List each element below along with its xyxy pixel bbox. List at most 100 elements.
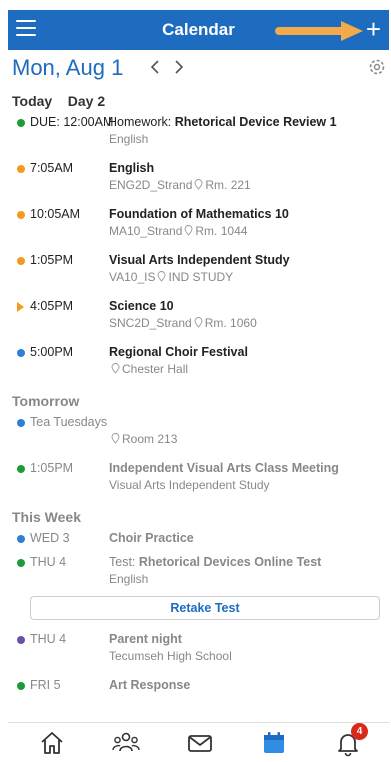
item-time: FRI 5: [30, 678, 61, 692]
chevron-right-icon[interactable]: [172, 57, 186, 77]
item-title: Parent night: [109, 632, 182, 646]
current-class-marker-icon: [17, 302, 24, 312]
agenda-item-online-test[interactable]: THU 4 Test: Rhetorical Devices Online Te…: [12, 552, 387, 629]
item-subtitle: English: [109, 132, 149, 146]
bottom-nav: 4: [8, 722, 389, 762]
page-title: Calendar: [162, 20, 235, 39]
item-time: WED 3: [30, 531, 70, 545]
item-room: Rm. 1044: [195, 224, 248, 238]
status-dot: [17, 682, 25, 690]
home-icon[interactable]: [38, 729, 66, 757]
gear-icon[interactable]: [367, 57, 387, 77]
item-subtitle: English: [109, 572, 149, 586]
item-subtitle: Chester Hall: [109, 362, 188, 376]
status-dot: [17, 257, 25, 265]
item-title-prefix: Test:: [109, 555, 139, 569]
location-pin-icon: [111, 433, 120, 444]
agenda-item-english[interactable]: 7:05AM English ENG2D_Strand Rm. 221: [12, 158, 387, 204]
status-dot: [17, 349, 25, 357]
status-dot: [17, 119, 25, 127]
menu-icon[interactable]: [16, 20, 36, 38]
item-course-code: ENG2D_Strand: [109, 178, 193, 192]
item-subtitle: VA10_IS IND STUDY: [109, 270, 233, 284]
item-time: 10:05AM: [30, 207, 81, 221]
section-today-day: Day 2: [67, 93, 106, 109]
status-dot: [17, 559, 25, 567]
agenda-item-science[interactable]: 4:05PM Science 10 SNC2D_Strand Rm. 1060: [12, 296, 387, 342]
status-dot: [17, 636, 25, 644]
item-course-code: VA10_IS: [109, 270, 156, 284]
agenda-item-choir-practice[interactable]: WED 3 Choir Practice: [12, 528, 387, 552]
agenda-item-parent-night[interactable]: THU 4 Parent night Tecumseh High School: [12, 629, 387, 675]
status-dot: [17, 535, 25, 543]
location-pin-icon: [194, 179, 203, 190]
item-room: Room 213: [122, 432, 178, 446]
agenda-item-tea-tuesdays[interactable]: Tea Tuesdays Room 213: [12, 412, 387, 458]
item-subtitle: MA10_Strand Rm. 1044: [109, 224, 247, 238]
location-pin-icon: [158, 271, 166, 282]
current-date[interactable]: Mon, Aug 1: [12, 55, 123, 81]
chevron-left-icon[interactable]: [148, 57, 162, 77]
item-title: Independent Visual Arts Class Meeting: [109, 461, 339, 475]
item-room: Chester Hall: [122, 362, 189, 376]
item-subtitle: Tecumseh High School: [109, 649, 232, 663]
item-course-code: SNC2D_Strand: [109, 316, 192, 330]
item-title: Test: Rhetorical Devices Online Test: [109, 555, 321, 569]
item-time: THU 4: [30, 632, 67, 646]
add-event-button[interactable]: +: [366, 16, 381, 42]
agenda-item-visual-arts-meeting[interactable]: 1:05PM Independent Visual Arts Class Mee…: [12, 458, 387, 504]
item-room: Rm. 221: [205, 178, 251, 192]
arrow-annotation-icon: [275, 21, 363, 41]
item-subtitle: SNC2D_Strand Rm. 1060: [109, 316, 257, 330]
status-dot: [17, 465, 25, 473]
item-title-prefix: Homework:: [108, 115, 175, 129]
mail-icon[interactable]: [186, 729, 214, 757]
section-tomorrow: Tomorrow: [12, 393, 80, 409]
location-pin-icon: [184, 225, 193, 236]
item-subtitle: ENG2D_Strand Rm. 221: [109, 178, 251, 192]
agenda-item-choir-festival[interactable]: 5:00PM Regional Choir Festival Chester H…: [12, 342, 387, 388]
item-time: 1:05PM: [30, 253, 74, 267]
section-today: Today Day 2: [12, 90, 387, 112]
item-time: THU 4: [30, 555, 67, 569]
item-time: 4:05PM: [30, 299, 74, 313]
people-icon[interactable]: [112, 729, 140, 757]
item-time: DUE: 12:00AM: [30, 115, 114, 129]
item-title-text: Rhetorical Devices Online Test: [138, 555, 322, 569]
calendar-icon[interactable]: [260, 729, 288, 757]
status-dot: [17, 211, 25, 219]
status-dot: [17, 165, 25, 173]
item-room: Rm. 1060: [204, 316, 257, 330]
item-title: Science 10: [109, 299, 174, 313]
item-title-text: Rhetorical Device Review 1: [174, 115, 337, 129]
item-time: 5:00PM: [30, 345, 74, 359]
agenda-item-math[interactable]: 10:05AM Foundation of Mathematics 10 MA1…: [12, 204, 387, 250]
retake-test-button[interactable]: Retake Test: [30, 596, 380, 620]
item-title: Art Response: [109, 678, 191, 692]
item-title: Visual Arts Independent Study: [109, 253, 290, 267]
section-this-week: This Week: [12, 509, 81, 525]
item-time: 1:05PM: [30, 461, 74, 475]
item-course-code: MA10_Strand: [109, 224, 183, 238]
item-subtitle: Room 213: [109, 432, 177, 446]
agenda-item-homework[interactable]: DUE: 12:00AM Homework: Rhetorical Device…: [12, 112, 387, 158]
item-time: Tea Tuesdays: [30, 415, 108, 429]
date-bar: Mon, Aug 1: [12, 55, 387, 83]
location-pin-icon: [194, 317, 203, 328]
notifications-tab[interactable]: 4: [334, 723, 368, 757]
section-today-label: Today: [12, 93, 53, 109]
notification-count-badge: 4: [351, 723, 368, 740]
item-title: Homework: Rhetorical Device Review 1: [108, 115, 337, 129]
agenda-list: Today Day 2 DUE: 12:00AM Homework: Rheto…: [12, 88, 387, 728]
item-title: English: [109, 161, 155, 175]
status-dot: [17, 419, 25, 427]
item-title: Foundation of Mathematics 10: [109, 207, 289, 221]
location-pin-icon: [111, 363, 120, 374]
agenda-item-art-response[interactable]: FRI 5 Art Response: [12, 675, 387, 699]
item-time: 7:05AM: [30, 161, 74, 175]
item-subtitle: Visual Arts Independent Study: [109, 478, 270, 492]
agenda-item-visual-arts[interactable]: 1:05PM Visual Arts Independent Study VA1…: [12, 250, 387, 296]
item-title: Choir Practice: [109, 531, 194, 545]
item-title: Regional Choir Festival: [109, 345, 248, 359]
item-room: IND STUDY: [168, 270, 234, 284]
